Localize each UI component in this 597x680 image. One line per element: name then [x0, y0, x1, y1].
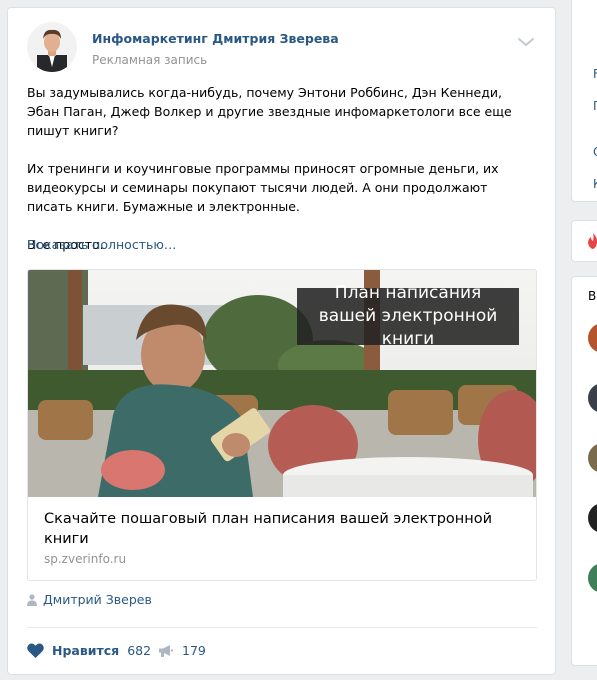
sidebar-highlight-block[interactable]: [571, 220, 597, 262]
friend-avatar[interactable]: [588, 443, 597, 473]
snippet-domain: sp.zverinfo.ru: [44, 552, 127, 566]
like-button[interactable]: Нравится 682: [27, 643, 151, 658]
sidebar-friends-block: Во: [571, 276, 597, 666]
person-icon: [27, 593, 37, 606]
heart-icon: [27, 643, 44, 658]
sidebar-item[interactable]: П: [593, 99, 597, 113]
author-name-link[interactable]: Инфомаркетинг Дмитрия Зверева: [92, 31, 339, 46]
sponsored-label: Рекламная запись: [92, 53, 208, 67]
post-paragraph: Вы задумывались когда-нибудь, почему Энт…: [27, 85, 512, 138]
ad-post: Инфомаркетинг Дмитрия Зверева Рекламная …: [7, 7, 556, 675]
fire-icon: [588, 233, 597, 249]
megaphone-icon: [159, 644, 173, 657]
sidebar-section-title: Во: [588, 289, 597, 303]
sidebar-item[interactable]: С: [593, 145, 597, 159]
post-paragraph: Их тренинги и коучинговые программы прин…: [27, 161, 499, 214]
share-count: 179: [182, 643, 206, 658]
chevron-down-icon[interactable]: [516, 34, 536, 48]
share-button[interactable]: 179: [158, 643, 206, 658]
post-signer[interactable]: Дмитрий Зверев: [27, 592, 152, 607]
sidebar-item[interactable]: F: [593, 67, 597, 81]
like-count: 682: [127, 643, 152, 658]
sidebar-menu: F П С К: [571, 0, 597, 202]
friend-avatar[interactable]: [588, 563, 597, 593]
divider: [27, 627, 537, 628]
like-label: Нравится: [52, 643, 120, 658]
author-avatar[interactable]: [27, 22, 77, 72]
show-more-link[interactable]: Показать полностью…: [27, 237, 176, 252]
friend-avatar[interactable]: [588, 323, 597, 353]
friend-avatar[interactable]: [588, 383, 597, 413]
link-snippet[interactable]: План написания вашей электронной книги С…: [27, 269, 537, 581]
signer-name[interactable]: Дмитрий Зверев: [43, 592, 152, 607]
post-text: Вы задумывались когда-нибудь, почему Энт…: [27, 83, 532, 254]
image-caption: План написания вашей электронной книги: [297, 283, 519, 349]
friend-avatar[interactable]: [588, 503, 597, 533]
sidebar-item[interactable]: К: [593, 177, 597, 191]
snippet-image[interactable]: План написания вашей электронной книги: [28, 270, 536, 497]
snippet-title[interactable]: Скачайте пошаговый план написания вашей …: [44, 509, 514, 549]
